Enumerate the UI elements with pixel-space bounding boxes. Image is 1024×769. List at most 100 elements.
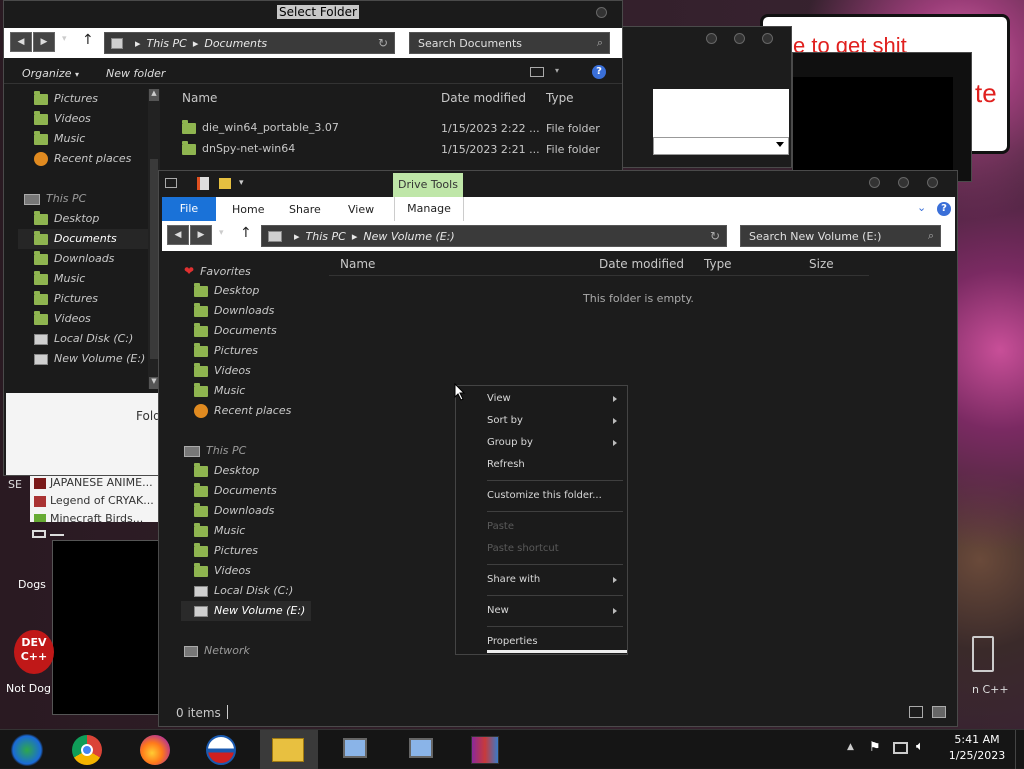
refresh-icon[interactable]: ↻ <box>710 229 720 243</box>
list-item[interactable]: Minecraft Birds... <box>34 512 143 522</box>
nav-item-recent-places[interactable]: Recent places <box>194 401 291 421</box>
volume-icon[interactable]: 🔈︎ <box>916 739 924 754</box>
recycle-bin-icon[interactable] <box>972 636 994 672</box>
refresh-icon[interactable]: ↻ <box>378 36 388 50</box>
nav-item-music[interactable]: Music <box>34 129 85 149</box>
nav-item-music[interactable]: Music <box>34 269 85 289</box>
nav-item-videos[interactable]: Videos <box>34 309 91 329</box>
address-bar[interactable]: ▸ This PC ▸ New Volume (E:) ↻ <box>261 225 727 247</box>
file-explorer-taskbar-button[interactable] <box>260 730 318 769</box>
winrar-icon[interactable] <box>468 734 502 766</box>
up-arrow-icon[interactable]: ↑ <box>240 225 252 241</box>
forward-button[interactable]: ▶ <box>190 225 212 245</box>
nav-item-downloads[interactable]: Downloads <box>194 301 274 321</box>
breadcrumb-item[interactable]: This PC <box>306 230 346 243</box>
nav-item-desktop[interactable]: Desktop <box>194 281 259 301</box>
help-icon[interactable]: ? <box>592 65 606 79</box>
nav-item-this-pc[interactable]: This PC <box>24 189 86 209</box>
search-input[interactable]: Search New Volume (E:) ⌕ <box>740 225 941 247</box>
nav-item-this-pc[interactable]: This PC <box>184 441 246 461</box>
devcpp-icon[interactable]: DEV C++ <box>14 630 54 674</box>
network-icon[interactable] <box>893 742 908 754</box>
desktop-icon-label[interactable]: Not Dog <box>6 682 51 695</box>
windows-media-center-icon[interactable] <box>10 734 44 766</box>
nav-item-pictures[interactable]: Pictures <box>194 541 258 561</box>
recent-dropdown-icon[interactable]: ▾ <box>62 34 67 44</box>
table-row[interactable]: die_win64_portable_3.07 1/15/2023 2:22 .… <box>182 119 612 139</box>
column-header-name[interactable]: Name <box>182 91 217 105</box>
nav-item-recent-places[interactable]: Recent places <box>34 149 131 169</box>
nav-item-documents[interactable]: Documents <box>194 321 277 341</box>
menu-item-share-with[interactable]: Share with <box>487 574 540 585</box>
details-view-icon[interactable] <box>909 706 923 718</box>
nav-item-documents[interactable]: Documents <box>18 229 148 249</box>
new-folder-button[interactable]: New folder <box>106 67 165 80</box>
nav-item-new-volume[interactable]: New Volume (E:) <box>34 349 145 369</box>
show-hidden-icons-button[interactable]: ▲ <box>847 742 854 752</box>
nav-item-videos[interactable]: Videos <box>34 109 91 129</box>
breadcrumb-item[interactable]: New Volume (E:) <box>363 230 454 243</box>
scroll-up-button[interactable]: ▲ <box>149 89 159 101</box>
nav-item-videos[interactable]: Videos <box>194 361 251 381</box>
large-icons-view-icon[interactable] <box>932 706 946 718</box>
view-icon[interactable] <box>530 67 544 77</box>
nav-item-pictures[interactable]: Pictures <box>34 89 98 109</box>
column-header-type[interactable]: Type <box>546 91 574 105</box>
tab-view[interactable]: View <box>348 203 374 216</box>
close-icon[interactable] <box>596 7 607 18</box>
chevron-down-icon[interactable]: ⌄ <box>917 201 926 214</box>
setup-installer-icon[interactable] <box>338 734 372 766</box>
list-item[interactable]: Legend of CRYAK... <box>34 494 154 507</box>
clock[interactable]: 5:41 AM 1/25/2023 <box>946 733 1008 762</box>
table-row[interactable]: dnSpy-net-win64 1/15/2023 2:21 ... File … <box>182 140 612 160</box>
nav-item-network[interactable]: Network <box>184 641 250 661</box>
menu-item-view[interactable]: View <box>487 393 511 404</box>
column-header-date[interactable]: Date modified <box>441 91 526 105</box>
back-button[interactable]: ◀ <box>167 225 189 245</box>
firefox-icon[interactable] <box>138 734 172 766</box>
maximize-icon[interactable] <box>898 177 909 188</box>
chevron-down-icon[interactable]: ▾ <box>555 66 559 75</box>
show-desktop-button[interactable] <box>1015 730 1024 769</box>
column-header-date[interactable]: Date modified <box>599 257 684 271</box>
column-header-type[interactable]: Type <box>704 257 732 271</box>
forward-button[interactable]: ▶ <box>33 32 55 52</box>
obama-icon[interactable] <box>204 734 238 766</box>
column-header-size[interactable]: Size <box>809 257 834 271</box>
customize-qat-icon[interactable]: ▾ <box>239 178 244 188</box>
menu-item-group-by[interactable]: Group by <box>487 437 533 448</box>
menu-item-sort-by[interactable]: Sort by <box>487 415 523 426</box>
search-input[interactable]: Search Documents ⌕ <box>409 32 610 54</box>
nav-item-favorites[interactable]: ❤ Favorites <box>184 261 251 281</box>
nav-item-documents[interactable]: Documents <box>194 481 277 501</box>
nav-item-videos[interactable]: Videos <box>194 561 251 581</box>
breadcrumb-item[interactable]: This PC <box>147 37 187 50</box>
column-header-name[interactable]: Name <box>340 257 375 271</box>
nav-item-downloads[interactable]: Downloads <box>194 501 274 521</box>
tab-share[interactable]: Share <box>289 203 321 216</box>
nav-item-desktop[interactable]: Desktop <box>194 461 259 481</box>
nav-item-music[interactable]: Music <box>194 381 245 401</box>
nav-item-pictures[interactable]: Pictures <box>34 289 98 309</box>
scroll-thumb[interactable] <box>150 159 158 359</box>
tab-manage[interactable]: Manage <box>394 197 464 221</box>
nav-item-music[interactable]: Music <box>194 521 245 541</box>
menu-item-new[interactable]: New <box>487 605 509 616</box>
minimize-icon[interactable] <box>706 33 717 44</box>
minimize-icon[interactable] <box>869 177 880 188</box>
dropdown[interactable] <box>653 137 789 155</box>
back-button[interactable]: ◀ <box>10 32 32 52</box>
close-icon[interactable] <box>927 177 938 188</box>
nav-item-new-volume[interactable]: New Volume (E:) <box>181 601 311 621</box>
up-arrow-icon[interactable]: ↑ <box>82 32 94 48</box>
recent-dropdown-icon[interactable]: ▾ <box>219 228 224 238</box>
tab-home[interactable]: Home <box>232 203 264 216</box>
nav-item-downloads[interactable]: Downloads <box>34 249 114 269</box>
organize-button[interactable]: Organize ▾ <box>22 67 79 80</box>
setup-installer-icon[interactable] <box>404 734 438 766</box>
address-bar[interactable]: ▸ This PC ▸ Documents ↻ <box>104 32 395 54</box>
breadcrumb-item[interactable]: Documents <box>204 37 267 50</box>
desktop-icon-label[interactable]: Dogs <box>18 578 46 591</box>
nav-item-local-disk[interactable]: Local Disk (C:) <box>194 581 293 601</box>
action-center-flag-icon[interactable]: ⚑ <box>869 740 881 755</box>
